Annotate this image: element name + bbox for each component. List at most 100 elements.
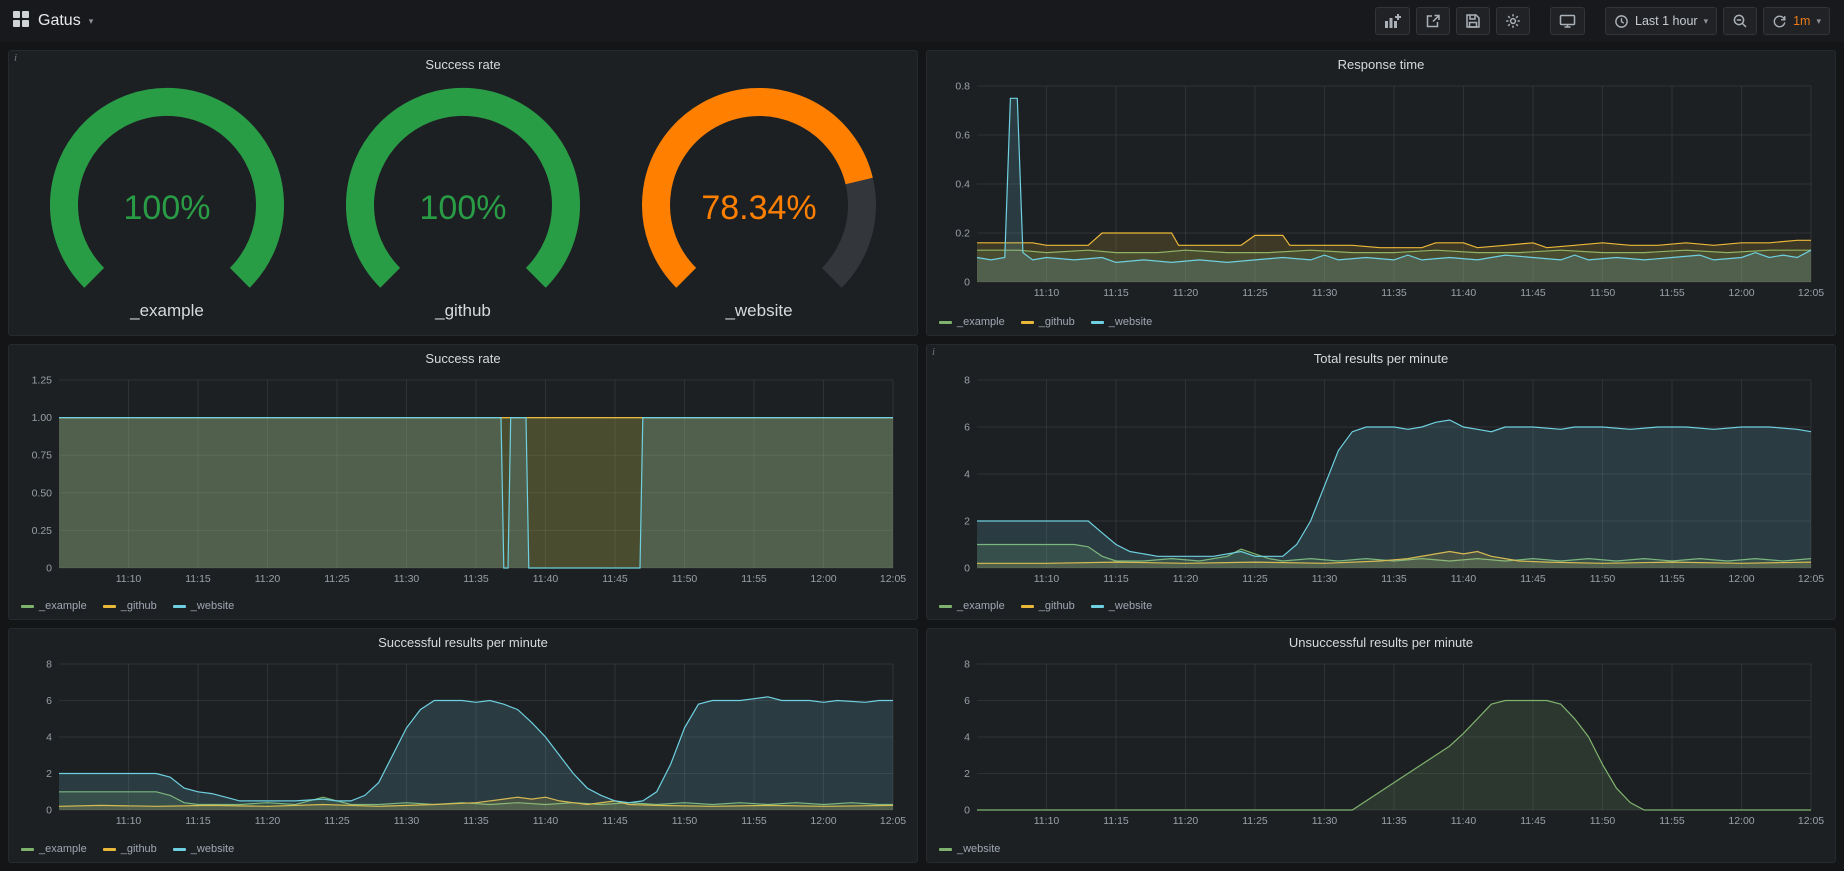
legend-swatch bbox=[103, 605, 116, 608]
x-tick-label: 11:55 bbox=[1659, 573, 1685, 585]
legend-swatch bbox=[939, 321, 952, 324]
legend-item-github[interactable]: _github bbox=[1021, 600, 1075, 612]
gauge-example: 100% _example bbox=[22, 85, 312, 321]
legend-label: _example bbox=[39, 600, 87, 612]
x-tick-label: 11:20 bbox=[1173, 815, 1199, 827]
y-tick-label: 0 bbox=[964, 563, 970, 575]
bar-chart-plus-icon bbox=[1384, 13, 1401, 29]
settings-button[interactable] bbox=[1496, 7, 1530, 35]
chart-legend: _example _github _website bbox=[9, 596, 917, 619]
refresh-button[interactable]: 1m ▾ bbox=[1763, 7, 1830, 35]
x-tick-label: 11:30 bbox=[1312, 815, 1338, 827]
chart-legend: _example _github _website bbox=[927, 596, 1835, 619]
legend-item-example[interactable]: _example bbox=[939, 316, 1005, 328]
unsuccessful-results-chart[interactable]: 11:1011:1511:2011:2511:3011:3511:4011:45… bbox=[935, 656, 1829, 828]
tv-mode-button[interactable] bbox=[1550, 7, 1585, 35]
x-tick-label: 11:40 bbox=[1451, 287, 1477, 299]
x-tick-label: 12:05 bbox=[1798, 287, 1824, 299]
legend-item-website[interactable]: _website bbox=[173, 600, 234, 612]
x-tick-label: 12:00 bbox=[1728, 573, 1754, 585]
x-tick-label: 11:30 bbox=[1312, 287, 1338, 299]
dashboard-title[interactable]: Gatus bbox=[38, 12, 81, 30]
y-tick-label: 1.25 bbox=[32, 375, 53, 387]
x-tick-label: 12:00 bbox=[810, 573, 836, 585]
x-tick-label: 11:10 bbox=[1034, 287, 1060, 299]
add-panel-button[interactable] bbox=[1375, 7, 1410, 35]
share-button[interactable] bbox=[1416, 7, 1450, 35]
legend-item-github[interactable]: _github bbox=[103, 843, 157, 855]
x-tick-label: 12:05 bbox=[880, 815, 906, 827]
x-tick-label: 11:15 bbox=[185, 815, 211, 827]
chart-area: 11:1011:1511:2011:2511:3011:3511:4011:45… bbox=[9, 656, 917, 833]
y-tick-label: 6 bbox=[964, 422, 970, 434]
legend-item-example[interactable]: _example bbox=[939, 600, 1005, 612]
x-tick-label: 11:30 bbox=[394, 815, 420, 827]
chevron-down-icon: ▾ bbox=[1816, 17, 1821, 26]
dashboards-grid-icon[interactable] bbox=[12, 10, 30, 33]
panel-info-icon[interactable]: i bbox=[932, 346, 935, 358]
panel-title[interactable]: Success rate bbox=[9, 345, 917, 372]
panel-title[interactable]: Success rate bbox=[9, 51, 917, 78]
gauge-github: 100% _github bbox=[318, 85, 608, 321]
x-tick-label: 11:50 bbox=[672, 815, 698, 827]
series-area-_website bbox=[59, 697, 893, 810]
panel-title[interactable]: Total results per minute bbox=[927, 345, 1835, 372]
legend-label: _github bbox=[1039, 600, 1075, 612]
series-area-_website bbox=[977, 420, 1811, 568]
dashboard-grid: i Success rate 100% _example 100% _githu… bbox=[0, 42, 1844, 871]
legend-item-example[interactable]: _example bbox=[21, 600, 87, 612]
legend-label: _example bbox=[957, 316, 1005, 328]
monitor-icon bbox=[1559, 13, 1576, 29]
panel-success-rate-gauges: i Success rate 100% _example 100% _githu… bbox=[8, 50, 918, 336]
legend-item-github[interactable]: _github bbox=[1021, 316, 1075, 328]
legend-swatch bbox=[21, 848, 34, 851]
chevron-down-icon[interactable]: ▾ bbox=[89, 17, 94, 26]
y-tick-label: 2 bbox=[964, 768, 970, 780]
save-icon bbox=[1465, 13, 1481, 29]
legend-item-website[interactable]: _website bbox=[939, 843, 1000, 855]
y-tick-label: 2 bbox=[46, 768, 52, 780]
total-results-chart[interactable]: 11:1011:1511:2011:2511:3011:3511:4011:45… bbox=[935, 372, 1829, 586]
x-tick-label: 11:45 bbox=[1520, 287, 1546, 299]
legend-item-github[interactable]: _github bbox=[103, 600, 157, 612]
legend-swatch bbox=[939, 605, 952, 608]
y-tick-label: 0.2 bbox=[955, 228, 970, 240]
legend-item-example[interactable]: _example bbox=[21, 843, 87, 855]
chart-legend: _website bbox=[927, 839, 1835, 862]
panel-title[interactable]: Response time bbox=[927, 51, 1835, 78]
y-tick-label: 0 bbox=[964, 805, 970, 817]
x-tick-label: 11:45 bbox=[1520, 815, 1546, 827]
y-tick-label: 6 bbox=[964, 695, 970, 707]
legend-item-website[interactable]: _website bbox=[1091, 316, 1152, 328]
x-tick-label: 11:50 bbox=[1590, 287, 1616, 299]
legend-item-website[interactable]: _website bbox=[173, 843, 234, 855]
legend-item-website[interactable]: _website bbox=[1091, 600, 1152, 612]
legend-label: _website bbox=[191, 843, 234, 855]
y-tick-label: 1.00 bbox=[32, 412, 53, 424]
response-time-chart[interactable]: 11:1011:1511:2011:2511:3011:3511:4011:45… bbox=[935, 78, 1829, 300]
x-tick-label: 11:45 bbox=[602, 573, 628, 585]
x-tick-label: 11:35 bbox=[463, 573, 489, 585]
panel-title[interactable]: Unsuccessful results per minute bbox=[927, 629, 1835, 656]
x-tick-label: 11:50 bbox=[672, 573, 698, 585]
panel-info-icon[interactable]: i bbox=[14, 52, 17, 64]
x-tick-label: 12:00 bbox=[810, 815, 836, 827]
y-tick-label: 4 bbox=[46, 732, 52, 744]
y-tick-label: 0 bbox=[46, 805, 52, 817]
chart-area: 11:1011:1511:2011:2511:3011:3511:4011:45… bbox=[927, 372, 1835, 591]
successful-results-chart[interactable]: 11:1011:1511:2011:2511:3011:3511:4011:45… bbox=[17, 656, 911, 828]
legend-label: _github bbox=[1039, 316, 1075, 328]
panel-total-results: i Total results per minute 11:1011:1511:… bbox=[926, 344, 1836, 620]
panel-title[interactable]: Successful results per minute bbox=[9, 629, 917, 656]
legend-swatch bbox=[103, 848, 116, 851]
zoom-out-button[interactable] bbox=[1723, 7, 1757, 35]
legend-swatch bbox=[1091, 321, 1104, 324]
legend-label: _website bbox=[1109, 316, 1152, 328]
save-button[interactable] bbox=[1456, 7, 1490, 35]
navbar: Gatus ▾ bbox=[0, 0, 1844, 42]
time-range-picker-button[interactable]: Last 1 hour ▾ bbox=[1605, 7, 1717, 35]
dashboard-title-group: Gatus ▾ bbox=[12, 10, 93, 33]
x-tick-label: 11:10 bbox=[1034, 573, 1060, 585]
x-tick-label: 11:40 bbox=[1451, 815, 1477, 827]
success-rate-chart[interactable]: 11:1011:1511:2011:2511:3011:3511:4011:45… bbox=[17, 372, 911, 586]
